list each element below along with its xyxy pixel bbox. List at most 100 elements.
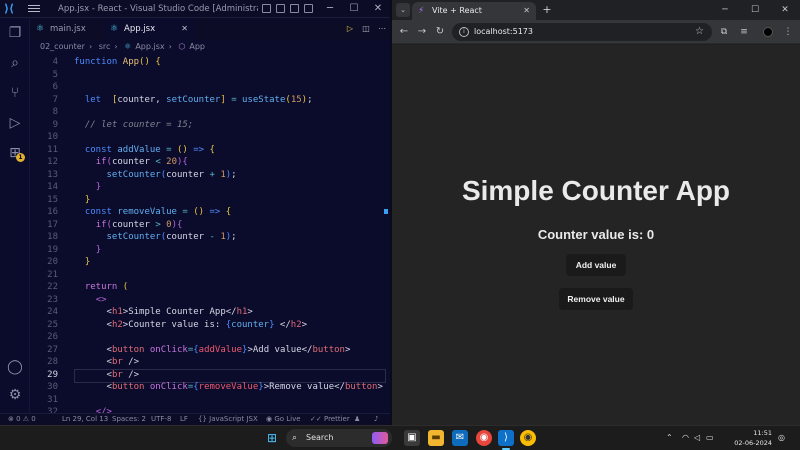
battery-icon[interactable]: ▭ xyxy=(706,430,714,446)
code-line[interactable]: 14 } xyxy=(30,181,390,194)
notifications-icon[interactable]: ◎ xyxy=(778,430,785,446)
back-arrow-icon[interactable]: ← xyxy=(396,24,412,40)
copilot-icon[interactable]: ♟ xyxy=(354,414,360,425)
code-line[interactable]: 7 let [counter, setCounter] = useState(1… xyxy=(30,94,390,107)
forward-arrow-icon[interactable]: → xyxy=(414,24,430,40)
add-value-button[interactable]: Add value xyxy=(566,254,626,276)
notifications-bell-icon[interactable]: ♪ xyxy=(374,414,378,425)
code-line[interactable]: 12 if(counter < 20){ xyxy=(30,156,390,169)
vscode-taskbar-icon[interactable]: ⟩ xyxy=(498,430,514,446)
code-line[interactable]: 8 xyxy=(30,106,390,119)
problems-indicator[interactable]: ⊗ 0 ⚠ 0 xyxy=(8,414,36,425)
code-line[interactable]: 6 xyxy=(30,81,390,94)
maximize-icon[interactable]: ☐ xyxy=(342,0,366,18)
taskbar-search[interactable]: ⌕ Search xyxy=(286,429,392,447)
media-controls-icon[interactable]: ≡ xyxy=(736,24,752,40)
code-line[interactable]: 23 <> xyxy=(30,294,390,307)
code-text: // let counter = 15; xyxy=(84,119,194,130)
chrome-menu-icon[interactable]: ⋮ xyxy=(780,24,796,40)
toggle-panel-icon[interactable] xyxy=(276,4,285,13)
code-line[interactable]: 21 xyxy=(30,269,390,282)
account-icon[interactable]: ◯ xyxy=(6,358,24,376)
extensions-puzzle-icon[interactable]: ⧉ xyxy=(716,24,732,40)
browser-tab[interactable]: ⚡ Vite + React ✕ xyxy=(412,2,536,20)
line-ending[interactable]: LF xyxy=(180,414,188,425)
mail-icon[interactable]: ✉ xyxy=(452,430,468,446)
code-line[interactable]: 29 <br /> xyxy=(30,368,390,383)
bookmark-star-icon[interactable]: ☆ xyxy=(695,23,704,41)
code-line[interactable]: 10 xyxy=(30,131,390,144)
toggle-primary-sidebar-icon[interactable] xyxy=(262,4,271,13)
language-mode[interactable]: {} JavaScript JSX xyxy=(198,414,258,425)
prettier-button[interactable]: ✓✓ Prettier xyxy=(310,414,350,425)
code-line[interactable]: 11 const addValue = () => { xyxy=(30,144,390,157)
tab-main-jsx[interactable]: ⚛ main.jsx xyxy=(30,18,104,40)
settings-gear-icon[interactable]: ⚙ xyxy=(6,386,24,404)
profile-avatar[interactable] xyxy=(763,27,773,37)
close-icon[interactable]: ✕ xyxy=(770,0,800,20)
windows-start-icon[interactable]: ⊞ xyxy=(264,430,280,446)
tab-search-icon[interactable]: ⌄ xyxy=(396,3,410,17)
code-editor[interactable]: 4 function App() {5 6 7 let [counter, setCo… xyxy=(30,54,390,413)
customize-layout-icon[interactable] xyxy=(304,4,313,13)
close-icon[interactable]: ✕ xyxy=(366,0,390,18)
volume-icon[interactable]: ◁ xyxy=(694,430,700,446)
code-line[interactable]: 32 </> xyxy=(30,406,390,413)
tab-app-jsx[interactable]: ⚛ App.jsx ✕ xyxy=(104,18,194,40)
remove-value-button[interactable]: Remove value xyxy=(559,288,633,310)
address-bar[interactable]: i localhost:5173 ☆ xyxy=(452,23,712,41)
show-hidden-icons-chevron-icon[interactable]: ⌃ xyxy=(666,430,673,446)
code-line[interactable]: 17 if(counter > 0){ xyxy=(30,219,390,232)
code-line[interactable]: 15 } xyxy=(30,194,390,207)
code-line[interactable]: 31 xyxy=(30,394,390,407)
code-line[interactable]: 26 xyxy=(30,331,390,344)
task-view-icon[interactable]: ▣ xyxy=(404,430,420,446)
reload-icon[interactable]: ↻ xyxy=(432,24,448,40)
code-line[interactable]: 13 setCounter(counter + 1); xyxy=(30,169,390,182)
breadcrumb-item[interactable]: 02_counter xyxy=(40,42,85,51)
chrome-icon[interactable]: ◉ xyxy=(476,430,492,446)
code-line[interactable]: 18 setCounter(counter - 1); xyxy=(30,231,390,244)
search-icon[interactable]: ⌕ xyxy=(6,54,24,72)
close-tab-icon[interactable]: ✕ xyxy=(523,2,530,20)
go-live-button[interactable]: ◉ Go Live xyxy=(266,414,301,425)
code-line[interactable]: 20 } xyxy=(30,256,390,269)
toggle-secondary-sidebar-icon[interactable] xyxy=(290,4,299,13)
breadcrumb-item[interactable]: src xyxy=(99,42,111,51)
site-info-icon[interactable]: i xyxy=(459,27,469,37)
explorer-icon[interactable]: ❐ xyxy=(6,24,24,42)
code-line[interactable]: 22 return ( xyxy=(30,281,390,294)
split-editor-icon[interactable]: ◫ xyxy=(358,18,374,40)
more-actions-icon[interactable]: ⋯ xyxy=(374,18,390,40)
breadcrumb-item[interactable]: App.jsx xyxy=(135,42,164,51)
minimize-icon[interactable]: ─ xyxy=(318,0,342,18)
run-debug-icon[interactable]: ▷ xyxy=(6,114,24,132)
tab-close-icon[interactable]: ✕ xyxy=(181,18,188,40)
code-line[interactable]: 5 xyxy=(30,69,390,82)
run-icon[interactable]: ▷ xyxy=(342,18,358,40)
code-line[interactable]: 4 function App() { xyxy=(30,56,390,69)
code-line[interactable]: 27 <button onClick={addValue}>Add value<… xyxy=(30,344,390,357)
code-line[interactable]: 9 // let counter = 15; xyxy=(30,119,390,132)
browser-window: ⌄ ⚡ Vite + React ✕ + ─ ☐ ✕ ← → ↻ i local… xyxy=(392,0,800,425)
indentation[interactable]: Spaces: 2 xyxy=(112,414,146,425)
cursor-position[interactable]: Ln 29, Col 13 xyxy=(62,414,108,425)
new-tab-icon[interactable]: + xyxy=(540,2,554,18)
hamburger-menu-icon[interactable] xyxy=(28,3,40,14)
wifi-icon[interactable]: ◠ xyxy=(682,430,689,446)
code-line[interactable]: 24 <h1>Simple Counter App</h1> xyxy=(30,306,390,319)
chrome-canary-icon[interactable]: ◉ xyxy=(520,430,536,446)
code-line[interactable]: 30 <button onClick={removeValue}>Remove … xyxy=(30,381,390,394)
code-line[interactable]: 16 const removeValue = () => { xyxy=(30,206,390,219)
code-line[interactable]: 19 } xyxy=(30,244,390,257)
breadcrumb-item[interactable]: App xyxy=(189,42,205,51)
code-line[interactable]: 25 <h2>Counter value is: {counter} </h2> xyxy=(30,319,390,332)
file-explorer-icon[interactable]: ▬ xyxy=(428,430,444,446)
encoding[interactable]: UTF-8 xyxy=(151,414,171,425)
minimize-icon[interactable]: ─ xyxy=(710,0,740,20)
maximize-icon[interactable]: ☐ xyxy=(740,0,770,20)
system-clock[interactable]: 11:51 02-06-2024 xyxy=(722,428,772,448)
line-number: 25 xyxy=(47,319,58,330)
code-line[interactable]: 28 <br /> xyxy=(30,356,390,369)
source-control-icon[interactable]: ⑂ xyxy=(6,84,24,102)
